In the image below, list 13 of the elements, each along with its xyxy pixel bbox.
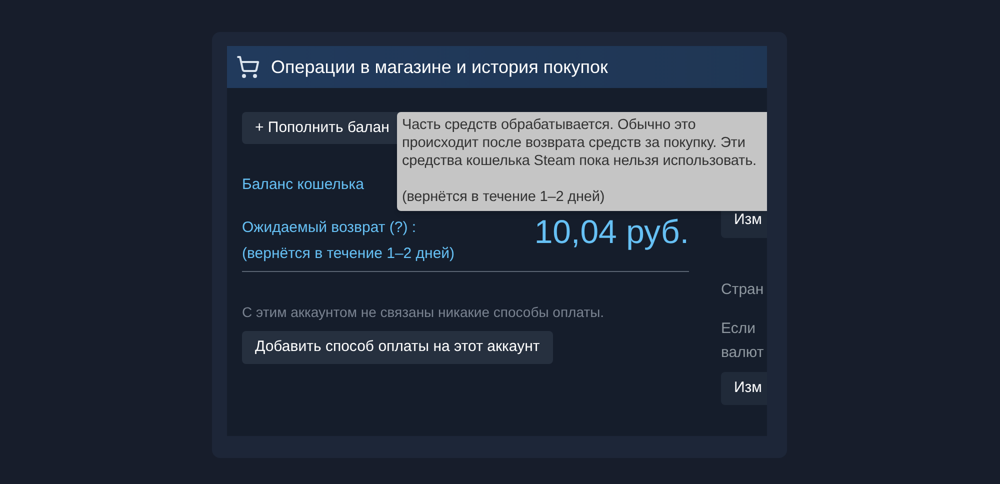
info-text: валют: [721, 343, 765, 363]
info-text: Если: [721, 319, 756, 339]
no-payment-message: С этим аккаунтом не связаны никакие способы оплаты.: [242, 304, 604, 321]
cart-icon: [236, 55, 260, 79]
pending-note: (вернётся в течение 1–2 дней): [242, 245, 455, 263]
wallet-balance-label: Баланс кошелька: [242, 176, 364, 194]
tooltip-note: (вернётся в течение 1–2 дней): [402, 188, 606, 206]
change-button[interactable]: Изм: [721, 372, 767, 405]
section-title: Операции в магазине и история покупок: [271, 56, 608, 79]
pending-amount: 10,04 руб.: [534, 214, 689, 250]
add-payment-button[interactable]: Добавить способ оплаты на этот аккаунт: [242, 331, 553, 364]
pending-label: Ожидаемый возврат (?) :: [242, 219, 418, 237]
country-label: Стран: [721, 281, 765, 299]
